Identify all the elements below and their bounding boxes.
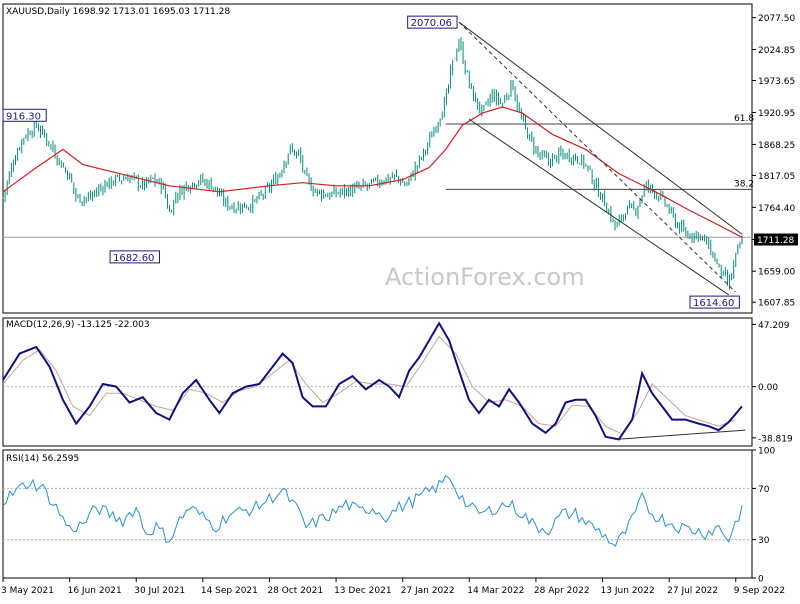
rsi-y-tick-label: 0 xyxy=(758,575,764,585)
current-price-label: 1711.28 xyxy=(757,236,794,246)
price-y-tick-label: 1973.65 xyxy=(758,77,795,87)
fib-level-label: 38.2 xyxy=(734,179,754,189)
annotation-label: 2070.06 xyxy=(411,18,452,29)
x-tick-label: 16 Jun 2021 xyxy=(68,586,122,596)
macd-header: MACD(12,26,9) -13.125 -22.003 xyxy=(6,320,150,330)
rsi-header: RSI(14) 56.2595 xyxy=(6,454,79,464)
chart-svg: ActionForex.com 61.8 38.2 2077.50 2024.85 1… xyxy=(0,0,800,600)
x-tick-label: 27 Jul 2022 xyxy=(667,586,718,596)
x-tick-label: 27 Jan 2022 xyxy=(401,586,455,596)
price-y-tick-label: 1659.00 xyxy=(758,268,795,278)
price-y-tick-label: 2077.50 xyxy=(758,14,795,24)
x-tick-label: 14 Mar 2022 xyxy=(467,586,524,596)
price-y-tick-label: 1764.40 xyxy=(758,204,795,214)
fib-level-label: 61.8 xyxy=(734,114,754,124)
annotation-label: 1682.60 xyxy=(113,253,154,264)
x-tick-label: 30 Jul 2021 xyxy=(134,586,185,596)
x-tick-label: 28 Apr 2022 xyxy=(534,586,590,596)
macd-y-tick-label: 0.00 xyxy=(758,383,778,393)
price-y-tick-label: 2024.85 xyxy=(758,46,795,56)
price-y-tick-label: 1607.85 xyxy=(758,299,795,309)
x-tick-label: 28 Oct 2021 xyxy=(267,586,323,596)
price-y-tick-label: 1920.95 xyxy=(758,109,795,119)
annotation-label: 916.30 xyxy=(6,111,41,122)
macd-y-tick-label: 47.209 xyxy=(758,321,790,331)
chart-root: ActionForex.com 61.8 38.2 2077.50 2024.85 1… xyxy=(0,0,800,600)
price-y-tick-label: 1817.05 xyxy=(758,172,795,182)
watermark: ActionForex.com xyxy=(385,263,585,291)
x-tick-label: 13 Dec 2021 xyxy=(334,586,392,596)
x-tick-label: 14 Sep 2021 xyxy=(201,586,258,596)
macd-y-tick-label: -38.819 xyxy=(758,434,793,444)
x-tick-label: 9 Sep 2022 xyxy=(734,586,785,596)
rsi-y-tick-label: 30 xyxy=(758,536,770,546)
price-y-tick-label: 1868.25 xyxy=(758,141,795,151)
rsi-y-tick-label: 70 xyxy=(758,485,770,495)
price-header: XAUUSD,Daily 1698.92 1713.01 1695.03 171… xyxy=(6,7,230,17)
annotation-label: 1614.60 xyxy=(693,298,734,309)
x-tick-label: 3 May 2021 xyxy=(1,586,54,596)
x-tick-label: 13 Jun 2022 xyxy=(601,586,655,596)
background xyxy=(0,0,800,600)
rsi-y-tick-label: 100 xyxy=(758,447,775,457)
